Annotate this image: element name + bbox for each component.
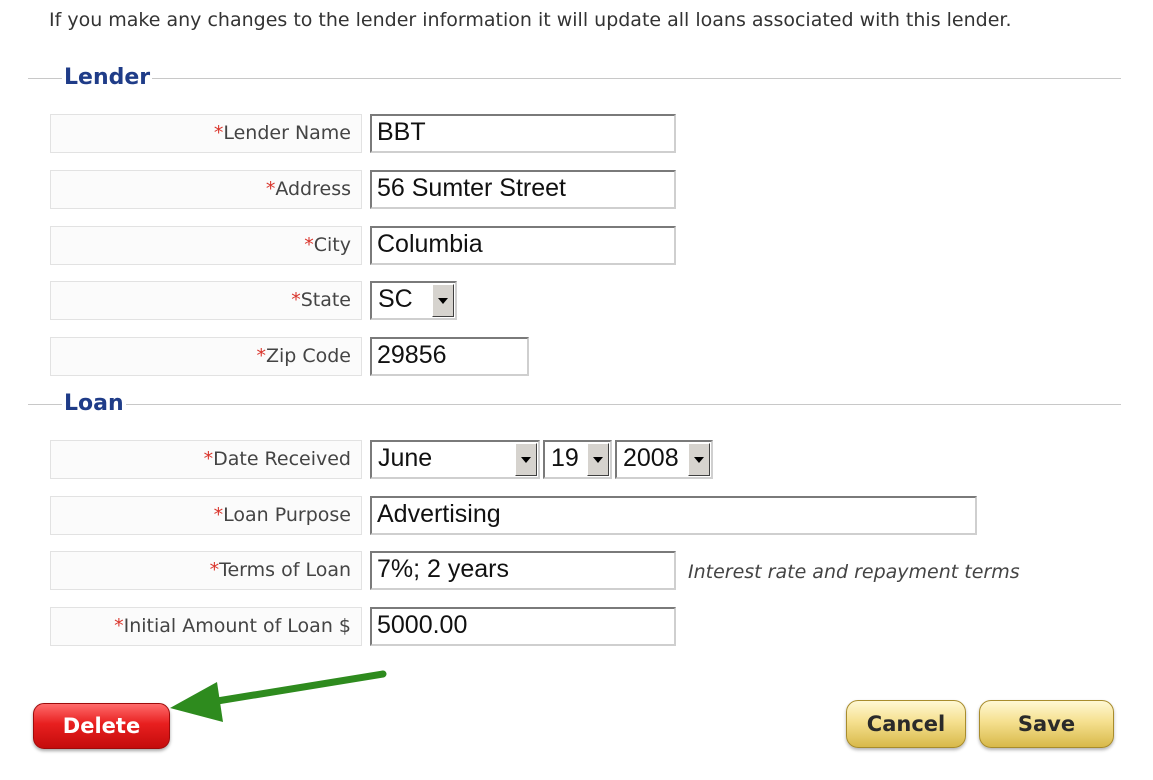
loan-fieldset-line [28, 404, 1121, 405]
zip-label-text: Zip Code [265, 345, 351, 367]
required-marker: * [213, 504, 224, 526]
loan-purpose-input[interactable]: Advertising [370, 496, 977, 535]
state-select-value: SC [378, 285, 413, 313]
terms-input[interactable]: 7%; 2 years [370, 551, 676, 590]
loan-purpose-label: *Loan Purpose [50, 496, 362, 535]
amount-label-text: Initial Amount of Loan $ [123, 615, 351, 637]
lender-legend: Lender [62, 65, 153, 91]
city-label-text: City [313, 234, 351, 256]
date-received-label-text: Date Received [213, 448, 351, 470]
required-marker: * [213, 122, 224, 144]
state-label-text: State [300, 289, 351, 311]
lender-name-input[interactable]: BBT [370, 114, 676, 153]
city-label: *City [50, 226, 362, 265]
delete-button[interactable]: Delete [33, 703, 170, 749]
address-label: *Address [50, 170, 362, 209]
required-marker: * [209, 559, 220, 581]
amount-label: *Initial Amount of Loan $ [50, 607, 362, 646]
city-input[interactable]: Columbia [370, 226, 676, 265]
year-select-value: 2008 [623, 444, 679, 472]
zip-input[interactable]: 29856 [370, 337, 529, 376]
date-received-label: *Date Received [50, 440, 362, 479]
loan-purpose-label-text: Loan Purpose [223, 504, 351, 526]
day-select-value: 19 [551, 444, 579, 472]
zip-label: *Zip Code [50, 337, 362, 376]
year-select[interactable]: 2008 [615, 440, 713, 479]
state-select[interactable]: SC [370, 281, 457, 320]
amount-input[interactable]: 5000.00 [370, 607, 676, 646]
required-marker: * [256, 345, 266, 367]
cancel-button[interactable]: Cancel [846, 700, 966, 748]
month-select[interactable]: June [370, 440, 540, 479]
chevron-down-icon[interactable] [432, 284, 454, 317]
required-marker: * [291, 289, 301, 311]
required-marker: * [304, 234, 314, 256]
chevron-down-icon[interactable] [587, 443, 609, 476]
green-arrow-icon [170, 670, 387, 722]
terms-hint: Interest rate and repayment terms [688, 561, 1020, 583]
lender-fieldset-line [28, 78, 1121, 79]
day-select[interactable]: 19 [543, 440, 612, 479]
lender-name-label-text: Lender Name [223, 122, 351, 144]
save-button[interactable]: Save [979, 700, 1114, 748]
notice-text: If you make any changes to the lender in… [49, 9, 1012, 31]
loan-legend: Loan [62, 391, 126, 417]
address-input[interactable]: 56 Sumter Street [370, 170, 676, 209]
address-label-text: Address [275, 178, 351, 200]
required-marker: * [265, 178, 276, 200]
chevron-down-icon[interactable] [515, 443, 537, 476]
terms-label-text: Terms of Loan [219, 559, 351, 581]
required-marker: * [114, 615, 124, 637]
terms-label: *Terms of Loan [50, 551, 362, 590]
lender-name-label: *Lender Name [50, 114, 362, 153]
chevron-down-icon[interactable] [688, 443, 710, 476]
required-marker: * [203, 448, 214, 470]
state-label: *State [50, 281, 362, 320]
month-select-value: June [378, 444, 433, 472]
